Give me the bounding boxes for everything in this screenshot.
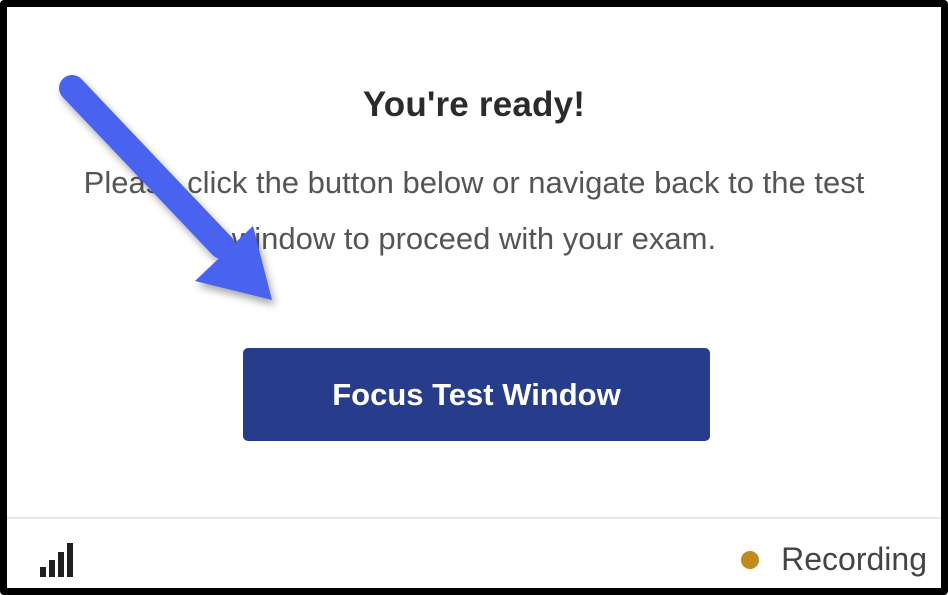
signal-strength-icon [40,543,73,577]
main-content: You're ready! Please click the button be… [7,7,941,517]
page-title: You're ready! [362,85,586,124]
status-footer: Recording [7,517,941,588]
focus-test-window-button[interactable]: Focus Test Window [243,348,710,441]
exam-ready-panel: You're ready! Please click the button be… [0,0,948,595]
recording-status: Recording [741,541,927,578]
instruction-message: Please click the button below or navigat… [83,165,865,256]
recording-label: Recording [781,541,927,577]
recording-dot-icon [741,550,760,569]
